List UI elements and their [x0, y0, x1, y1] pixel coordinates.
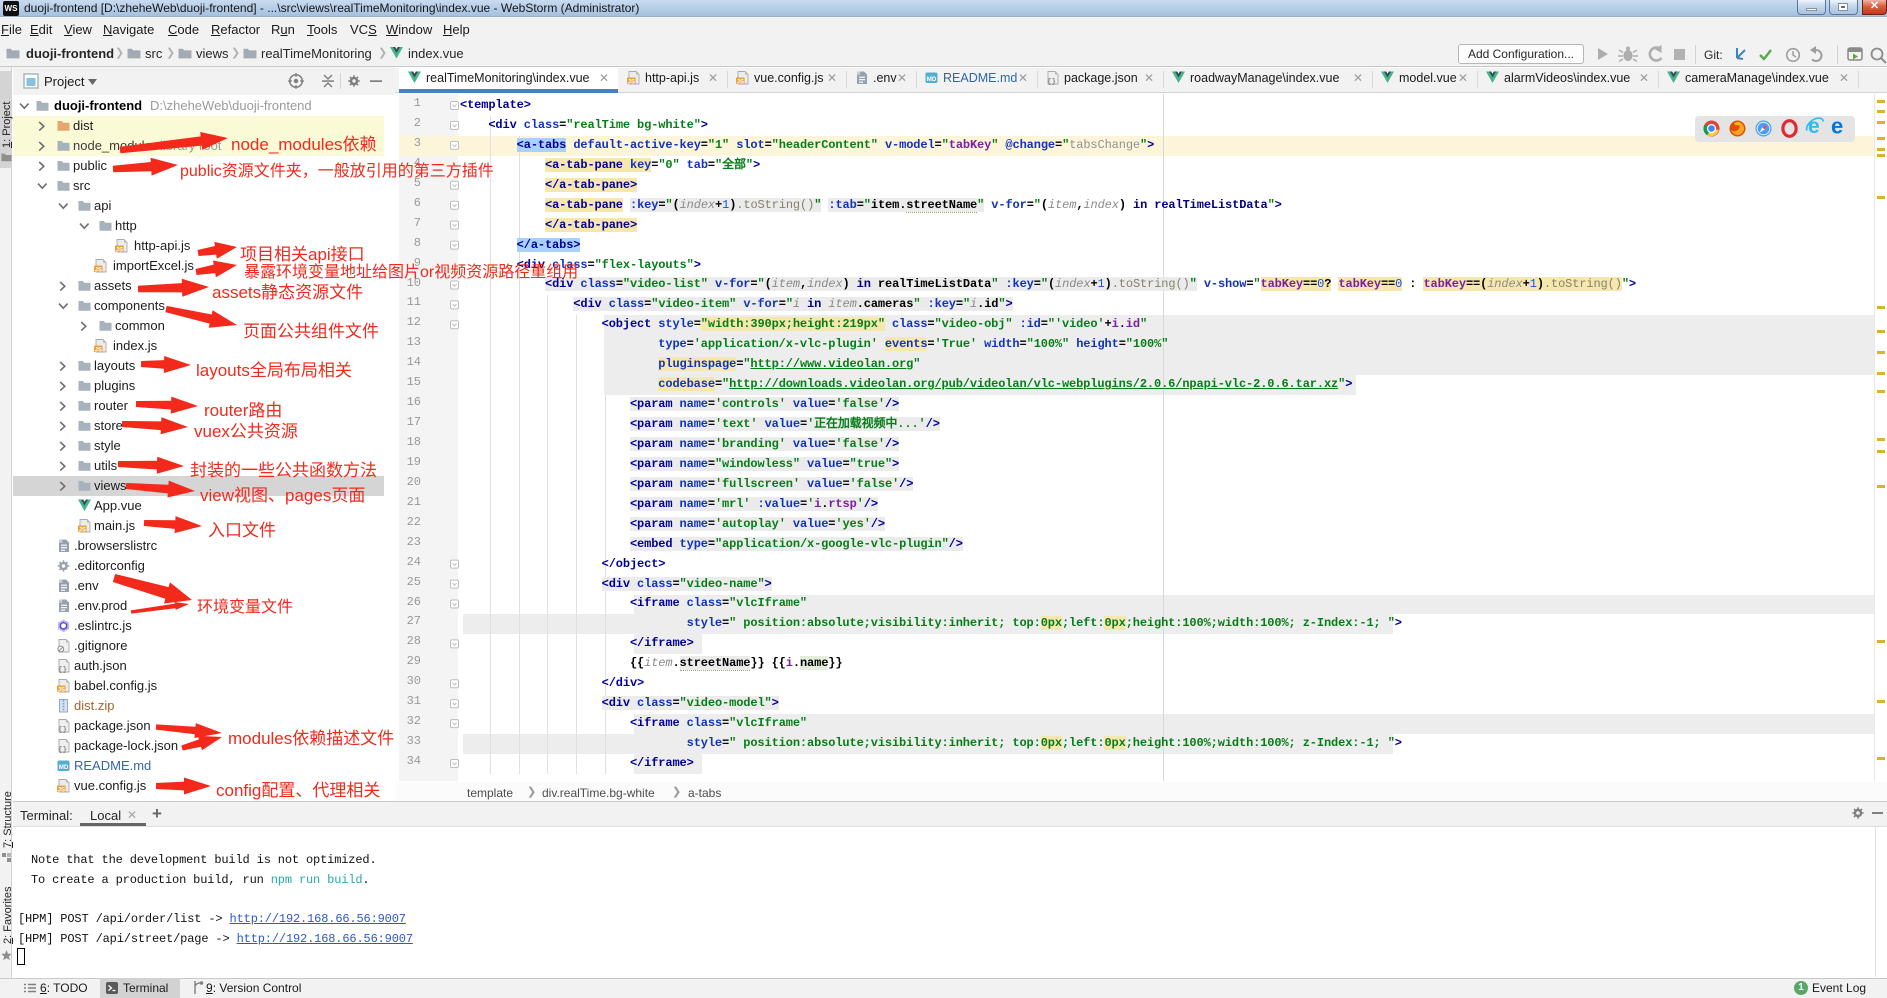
svg-text:Git:: Git:	[1704, 48, 1723, 62]
